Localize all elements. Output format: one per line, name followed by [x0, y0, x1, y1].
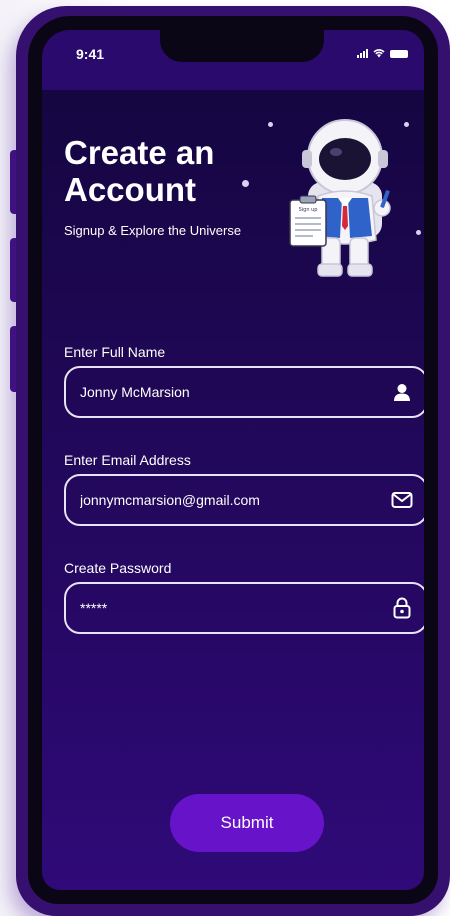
app-screen: 9:41 Create an Account Signup & Explore …	[42, 30, 424, 890]
password-field[interactable]	[64, 582, 424, 634]
mail-icon	[390, 488, 414, 512]
page-subtitle: Signup & Explore the Universe	[64, 223, 242, 238]
star-decoration	[268, 122, 273, 127]
password-label: Create Password	[64, 560, 172, 576]
wifi-icon	[373, 49, 385, 58]
stage: 9:41 Create an Account Signup & Explore …	[0, 0, 450, 916]
astronaut-illustration: Sign up	[289, 119, 391, 277]
star-decoration	[242, 180, 249, 187]
email-field[interactable]	[64, 474, 424, 526]
full-name-input[interactable]	[78, 383, 390, 401]
star-decoration	[416, 230, 421, 235]
user-icon	[390, 380, 414, 404]
battery-icon	[390, 50, 408, 58]
clipboard-text: Sign up	[299, 207, 318, 213]
status-icons	[357, 48, 408, 58]
camera-notch	[160, 30, 324, 62]
page-title: Create an Account	[64, 134, 215, 208]
full-name-field[interactable]	[64, 366, 424, 418]
password-input[interactable]	[78, 599, 390, 617]
phone-bezel: 9:41 Create an Account Signup & Explore …	[28, 16, 438, 904]
status-bar: 9:41	[42, 30, 424, 90]
lock-icon[interactable]	[390, 596, 414, 620]
full-name-label: Enter Full Name	[64, 344, 166, 360]
status-time: 9:41	[76, 46, 105, 62]
phone-frame: 9:41 Create an Account Signup & Explore …	[16, 6, 450, 916]
email-label: Enter Email Address	[64, 452, 191, 468]
cellular-signal-icon	[357, 49, 368, 58]
email-input[interactable]	[78, 491, 390, 509]
submit-button[interactable]: Submit	[170, 794, 324, 852]
